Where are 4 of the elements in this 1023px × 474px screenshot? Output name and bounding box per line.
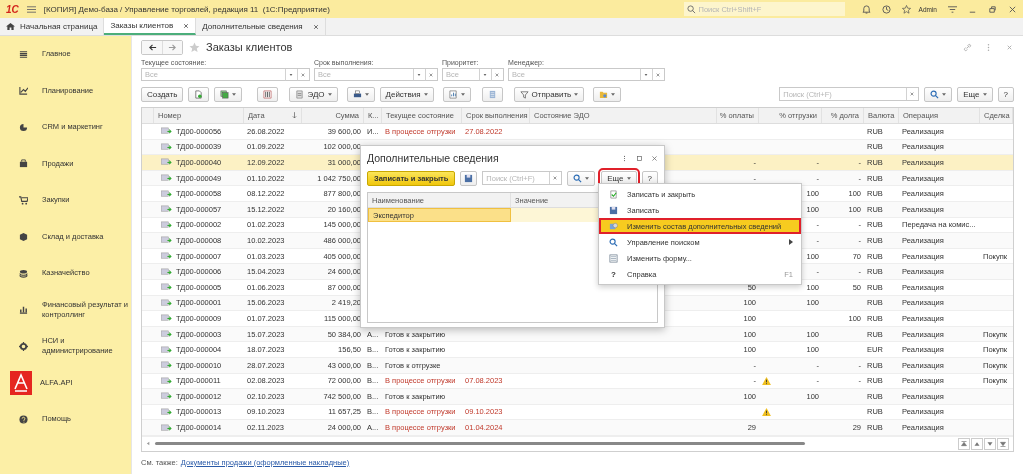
app-logo: 1С bbox=[6, 3, 19, 15]
form-title: Заказы клиентов bbox=[206, 41, 293, 53]
window-title: [КОПИЯ] Демо-база / Управление торговлей, редакция 11 (1С:Предприятие) bbox=[43, 4, 330, 14]
dialog-title: Дополнительные сведения bbox=[367, 152, 499, 164]
